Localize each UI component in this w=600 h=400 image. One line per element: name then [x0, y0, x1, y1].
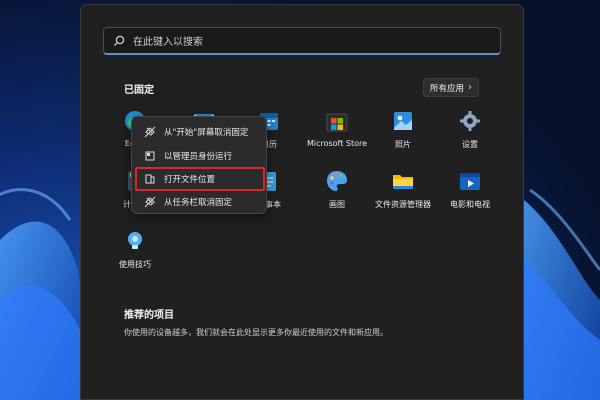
pinned-app-file-explorer[interactable]: 文件资源管理器 — [369, 169, 437, 219]
pinned-app-photos[interactable]: 照片 — [369, 109, 437, 159]
open-folder-icon — [144, 173, 156, 185]
pinned-app-settings[interactable]: 设置 — [436, 109, 504, 159]
all-apps-button[interactable]: 所有应用 › — [423, 78, 479, 97]
search-placeholder: 在此键入以搜索 — [133, 37, 203, 48]
tips-icon — [128, 232, 142, 249]
photos-icon — [394, 112, 412, 130]
store-icon — [326, 113, 348, 132]
recommended-title: 推荐的项目 — [124, 310, 174, 321]
folder-icon — [393, 175, 413, 189]
menu-item-label: 从任务栏取消固定 — [164, 198, 233, 208]
app-label: 照片 — [395, 140, 411, 149]
pinned-title: 已固定 — [124, 85, 154, 96]
pinned-app-paint[interactable]: 画图 — [303, 169, 371, 219]
unpin-icon — [144, 126, 156, 138]
context-menu: 从"开始"屏幕取消固定 以管理员身份运行 打开文件位置 从任务栏取消固定 — [131, 116, 267, 214]
app-label: 使用技巧 — [119, 260, 151, 269]
search-icon — [113, 34, 127, 48]
menu-item-run-as-admin[interactable]: 以管理员身份运行 — [136, 145, 264, 167]
menu-item-label: 从"开始"屏幕取消固定 — [164, 128, 249, 138]
menu-item-open-file-location[interactable]: 打开文件位置 — [135, 167, 265, 191]
search-input[interactable]: 在此键入以搜索 — [103, 27, 501, 55]
all-apps-label: 所有应用 — [429, 83, 464, 94]
shield-admin-icon — [144, 150, 156, 162]
menu-item-label: 打开文件位置 — [164, 175, 216, 185]
app-label: 设置 — [462, 140, 478, 149]
pinned-app-tips[interactable]: 使用技巧 — [101, 229, 169, 279]
chevron-right-icon: › — [468, 82, 472, 93]
app-label: 画图 — [329, 200, 345, 209]
pinned-app-movies-tv[interactable]: 电影和电视 — [436, 169, 504, 219]
paint-icon — [327, 171, 347, 191]
menu-item-unpin-taskbar[interactable]: 从任务栏取消固定 — [136, 191, 264, 213]
pinned-app-store[interactable]: Microsoft Store — [303, 109, 371, 159]
menu-item-label: 以管理员身份运行 — [164, 152, 233, 162]
settings-icon — [460, 111, 480, 131]
menu-item-unpin-start[interactable]: 从"开始"屏幕取消固定 — [136, 121, 264, 143]
movies-tv-icon — [460, 173, 480, 190]
recommended-description: 你使用的设备越多，我们就会在此处显示更多你最近使用的文件和新应用。 — [124, 328, 388, 337]
app-label: 文件资源管理器 — [375, 200, 431, 209]
unpin-taskbar-icon — [144, 196, 156, 208]
app-label: 电影和电视 — [450, 200, 490, 209]
app-label: Microsoft Store — [306, 139, 368, 148]
